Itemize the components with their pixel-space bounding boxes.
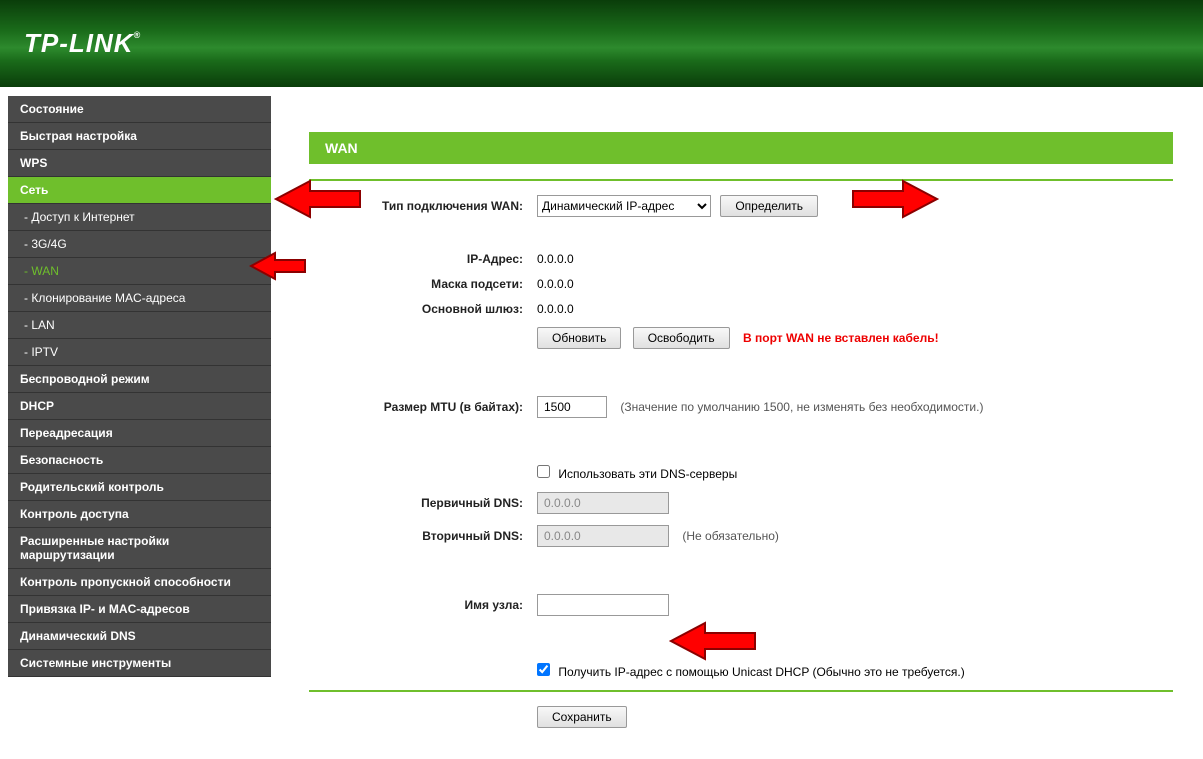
dns1-input[interactable] <box>537 492 669 514</box>
mask-value: 0.0.0.0 <box>537 277 1173 291</box>
row-use-dns: Использовать эти DNS-серверы <box>309 465 1173 481</box>
row-wan-type: Тип подключения WAN: Динамический IP-адр… <box>309 195 1173 217</box>
row-mtu: Размер MTU (в байтах): (Значение по умол… <box>309 396 1173 418</box>
dns1-label: Первичный DNS: <box>309 496 537 510</box>
sidebar-item-5[interactable]: - 3G/4G <box>8 231 271 258</box>
row-save: Сохранить <box>309 706 1173 728</box>
row-ip: IP-Адрес: 0.0.0.0 <box>309 252 1173 266</box>
sidebar-item-17[interactable]: Контроль пропускной способности <box>8 569 271 596</box>
use-dns-label: Использовать эти DNS-серверы <box>558 467 737 481</box>
save-button[interactable]: Сохранить <box>537 706 627 728</box>
row-dns2: Вторичный DNS: (Не обязательно) <box>309 525 1173 547</box>
mtu-input[interactable] <box>537 396 607 418</box>
wan-type-select[interactable]: Динамический IP-адрес <box>537 195 711 217</box>
mtu-label: Размер MTU (в байтах): <box>309 400 537 414</box>
dns2-label: Вторичный DNS: <box>309 529 537 543</box>
header: TP-LINK® <box>0 0 1203 87</box>
annotation-arrow-left-1 <box>274 179 364 219</box>
sidebar-item-20[interactable]: Системные инструменты <box>8 650 271 677</box>
detect-button[interactable]: Определить <box>720 195 818 217</box>
wan-cable-warning: В порт WAN не вставлен кабель! <box>743 331 939 345</box>
release-button[interactable]: Освободить <box>633 327 730 349</box>
logo: TP-LINK® <box>24 28 141 59</box>
sidebar-item-14[interactable]: Родительский контроль <box>8 474 271 501</box>
sidebar-item-3[interactable]: Сеть <box>8 177 271 204</box>
divider <box>309 690 1173 692</box>
unicast-checkbox[interactable] <box>537 663 550 676</box>
sidebar-item-7[interactable]: - Клонирование MAC-адреса <box>8 285 271 312</box>
sidebar-item-19[interactable]: Динамический DNS <box>8 623 271 650</box>
gw-label: Основной шлюз: <box>309 302 537 316</box>
sidebar-item-9[interactable]: - IPTV <box>8 339 271 366</box>
sidebar-item-18[interactable]: Привязка IP- и MAC-адресов <box>8 596 271 623</box>
dns2-input[interactable] <box>537 525 669 547</box>
sidebar-item-4[interactable]: - Доступ к Интернет <box>8 204 271 231</box>
host-label: Имя узла: <box>309 598 537 612</box>
sidebar-item-1[interactable]: Быстрая настройка <box>8 123 271 150</box>
annotation-arrow-left-2 <box>249 251 309 281</box>
sidebar-item-13[interactable]: Безопасность <box>8 447 271 474</box>
row-dns1: Первичный DNS: <box>309 492 1173 514</box>
row-unicast: Получить IP-адрес с помощью Unicast DHCP… <box>309 663 1173 679</box>
sidebar-item-11[interactable]: DHCP <box>8 393 271 420</box>
ip-value: 0.0.0.0 <box>537 252 1173 266</box>
row-host: Имя узла: <box>309 594 1173 616</box>
ip-label: IP-Адрес: <box>309 252 537 266</box>
page-title: WAN <box>309 132 1173 164</box>
sidebar-item-6[interactable]: - WAN <box>8 258 271 285</box>
mask-label: Маска подсети: <box>309 277 537 291</box>
sidebar-item-8[interactable]: - LAN <box>8 312 271 339</box>
row-refresh-release: Обновить Освободить В порт WAN не вставл… <box>309 327 1173 349</box>
sidebar-item-10[interactable]: Беспроводной режим <box>8 366 271 393</box>
row-mask: Маска подсети: 0.0.0.0 <box>309 277 1173 291</box>
sidebar-item-16[interactable]: Расширенные настройки маршрутизации <box>8 528 271 569</box>
row-gateway: Основной шлюз: 0.0.0.0 <box>309 302 1173 316</box>
sidebar: СостояниеБыстрая настройкаWPSСеть- Досту… <box>0 87 279 759</box>
sidebar-item-0[interactable]: Состояние <box>8 96 271 123</box>
dns2-hint: (Не обязательно) <box>682 529 779 543</box>
refresh-button[interactable]: Обновить <box>537 327 621 349</box>
annotation-arrow-right <box>849 179 939 219</box>
sidebar-item-2[interactable]: WPS <box>8 150 271 177</box>
use-dns-checkbox[interactable] <box>537 465 550 478</box>
sidebar-item-12[interactable]: Переадресация <box>8 420 271 447</box>
annotation-arrow-bottom <box>669 621 759 661</box>
container: СостояниеБыстрая настройкаWPSСеть- Досту… <box>0 87 1203 759</box>
gw-value: 0.0.0.0 <box>537 302 1173 316</box>
host-input[interactable] <box>537 594 669 616</box>
unicast-label: Получить IP-адрес с помощью Unicast DHCP… <box>558 665 964 679</box>
sidebar-item-15[interactable]: Контроль доступа <box>8 501 271 528</box>
main-content: WAN Тип подключения WAN: Динамический IP… <box>279 87 1203 759</box>
mtu-hint: (Значение по умолчанию 1500, не изменять… <box>620 400 983 414</box>
divider <box>309 179 1173 181</box>
